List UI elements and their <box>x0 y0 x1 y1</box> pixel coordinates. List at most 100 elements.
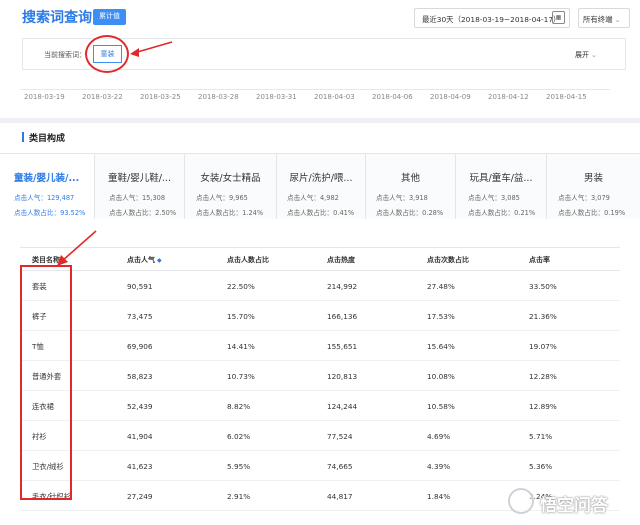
table-row: 卫衣/绒衫 41,623 5.95% 74,665 4.39% 5.36% <box>20 451 620 481</box>
top-panel: 搜索词查询 累计值 最近30天（2018-03-19~2018-04-17） ▦… <box>0 0 640 118</box>
timeline-date: 2018-04-03 <box>314 93 355 101</box>
category-card-name: 女装/女士精品 <box>200 173 261 184</box>
category-card-share: 点击人数占比：0.41% <box>287 209 355 217</box>
cell-heat: 120,813 <box>327 372 358 381</box>
cell-click-share: 2.91% <box>227 492 251 501</box>
cell-count-share: 17.53% <box>427 312 455 321</box>
cell-click-share: 10.73% <box>227 372 255 381</box>
timeline-date: 2018-03-22 <box>82 93 123 101</box>
cell-clicks: 69,906 <box>127 342 153 351</box>
category-card-name: 童鞋/婴儿鞋/... <box>108 173 171 184</box>
cell-ctr: 21.36% <box>529 312 557 321</box>
col-header-heat[interactable]: 点击热度 <box>327 255 355 265</box>
cell-ctr: 12.89% <box>529 402 557 411</box>
category-card-share: 点击人数占比：2.50% <box>109 209 177 217</box>
category-card-share: 点击人数占比：0.21% <box>468 209 536 217</box>
table-row: 连衣裙 52,439 8.82% 124,244 10.58% 12.89% <box>20 391 620 421</box>
category-card-clicks: 点击人气：4,982 <box>287 194 339 202</box>
category-card-name: 男装 <box>583 173 603 184</box>
cell-click-share: 5.95% <box>227 462 251 471</box>
page-title: 搜索词查询 <box>22 10 92 26</box>
cell-ctr: 5.36% <box>529 462 553 471</box>
cell-ctr: 5.71% <box>529 432 553 441</box>
category-card-share: 点击人数占比：0.28% <box>376 209 444 217</box>
cell-ctr: 33.50% <box>529 282 557 291</box>
cell-heat: 166,136 <box>327 312 358 321</box>
table-row: 裤子 73,475 15.70% 166,136 17.53% 21.36% <box>20 301 620 331</box>
red-arrow-annotation <box>57 230 97 266</box>
cell-count-share: 27.48% <box>427 282 455 291</box>
cell-clicks: 52,439 <box>127 402 153 411</box>
cell-clicks: 27,249 <box>127 492 153 501</box>
col-header-ctr[interactable]: 点击率 <box>529 255 550 265</box>
watermark-text: 悟空问答 <box>540 496 608 516</box>
timeline-date: 2018-03-25 <box>140 93 181 101</box>
watermark-logo-icon <box>508 488 534 514</box>
timeline-date: 2018-04-06 <box>372 93 413 101</box>
cell-clicks: 41,623 <box>127 462 153 471</box>
category-card[interactable]: 童装/婴儿装/... 点击人气：129,487 点击人数占比：93.52% <box>0 154 95 219</box>
category-card-clicks: 点击人气：3,918 <box>376 194 428 202</box>
table-row: T恤 69,906 14.41% 155,651 15.64% 19.07% <box>20 331 620 361</box>
category-cards: 童装/婴儿装/... 点击人气：129,487 点击人数占比：93.52% 童鞋… <box>0 153 640 219</box>
cell-click-share: 6.02% <box>227 432 251 441</box>
red-arrow-annotation <box>130 41 173 57</box>
category-card[interactable]: 男装 点击人气：3,079 点击人数占比：0.19% <box>547 154 640 219</box>
filter-label: 当前搜索词： <box>44 51 86 59</box>
cell-count-share: 1.84% <box>427 492 451 501</box>
calendar-icon[interactable]: ▦ <box>552 11 565 24</box>
cell-click-share: 14.41% <box>227 342 255 351</box>
table-row: 套装 90,591 22.50% 214,992 27.48% 33.50% <box>20 271 620 301</box>
cell-click-share: 8.82% <box>227 402 251 411</box>
category-card[interactable]: 其他 点击人气：3,918 点击人数占比：0.28% <box>366 154 456 219</box>
cell-heat: 155,651 <box>327 342 358 351</box>
terminal-select[interactable]: 所有终端 ⌄ <box>578 8 630 28</box>
category-card-clicks: 点击人气：3,079 <box>558 194 610 202</box>
timeline-dates: 2018-03-19 2018-03-22 2018-03-25 2018-03… <box>0 93 640 107</box>
cell-heat: 124,244 <box>327 402 358 411</box>
timeline-date: 2018-04-09 <box>430 93 471 101</box>
table-header: 类目名称 点击人气 ◆ 点击人数占比 点击热度 点击次数占比 点击率 <box>20 247 620 271</box>
section-title: 类目构成 <box>29 134 66 144</box>
cell-clicks: 90,591 <box>127 282 153 291</box>
chevron-down-icon: ⌄ <box>614 16 621 24</box>
cell-count-share: 10.08% <box>427 372 455 381</box>
cumulative-tag[interactable]: 累计值 <box>93 9 126 25</box>
timeline-date: 2018-04-15 <box>546 93 587 101</box>
cell-click-share: 15.70% <box>227 312 255 321</box>
table-row: 衬衫 41,904 6.02% 77,524 4.69% 5.71% <box>20 421 620 451</box>
category-card-clicks: 点击人气：15,308 <box>109 194 166 202</box>
cell-count-share: 4.39% <box>427 462 451 471</box>
category-card-share: 点击人数占比：93.52% <box>14 209 86 217</box>
cell-clicks: 73,475 <box>127 312 153 321</box>
category-card-clicks: 点击人气：129,487 <box>14 194 75 202</box>
red-box-annotation <box>20 265 72 500</box>
timeline-date: 2018-03-28 <box>198 93 239 101</box>
cell-count-share: 4.69% <box>427 432 451 441</box>
category-card[interactable]: 尿片/洗护/喂... 点击人气：4,982 点击人数占比：0.41% <box>277 154 366 219</box>
timeline-date: 2018-04-12 <box>488 93 529 101</box>
timeline-axis <box>20 89 610 90</box>
col-header-click-share[interactable]: 点击人数占比 <box>227 255 269 265</box>
category-card[interactable]: 女装/女士精品 点击人气：9,965 点击人数占比：1.24% <box>185 154 277 219</box>
timeline-date: 2018-03-19 <box>24 93 65 101</box>
terminal-select-label: 所有终端 <box>583 15 613 24</box>
sort-icon[interactable]: ◆ <box>157 257 162 264</box>
cell-clicks: 58,823 <box>127 372 153 381</box>
date-range-picker[interactable]: 最近30天（2018-03-19~2018-04-17） <box>414 8 570 28</box>
col-header-count-share[interactable]: 点击次数占比 <box>427 255 469 265</box>
cell-heat: 74,665 <box>327 462 353 471</box>
category-card-clicks: 点击人气：3,085 <box>468 194 520 202</box>
expand-toggle[interactable]: 展开 ⌄ <box>575 50 597 60</box>
cell-heat: 214,992 <box>327 282 358 291</box>
category-card[interactable]: 童鞋/婴儿鞋/... 点击人气：15,308 点击人数占比：2.50% <box>95 154 185 219</box>
cell-ctr: 12.28% <box>529 372 557 381</box>
cell-click-share: 22.50% <box>227 282 255 291</box>
category-card-name: 童装/婴儿装/... <box>14 173 80 184</box>
category-card[interactable]: 玩具/童车/益... 点击人气：3,085 点击人数占比：0.21% <box>456 154 547 219</box>
cell-ctr: 19.07% <box>529 342 557 351</box>
chevron-down-icon: ⌄ <box>591 51 597 59</box>
col-header-clicks[interactable]: 点击人气 ◆ <box>127 255 162 265</box>
category-panel: 类目构成 童装/婴儿装/... 点击人气：129,487 点击人数占比：93.5… <box>0 123 640 525</box>
cell-heat: 77,524 <box>327 432 353 441</box>
